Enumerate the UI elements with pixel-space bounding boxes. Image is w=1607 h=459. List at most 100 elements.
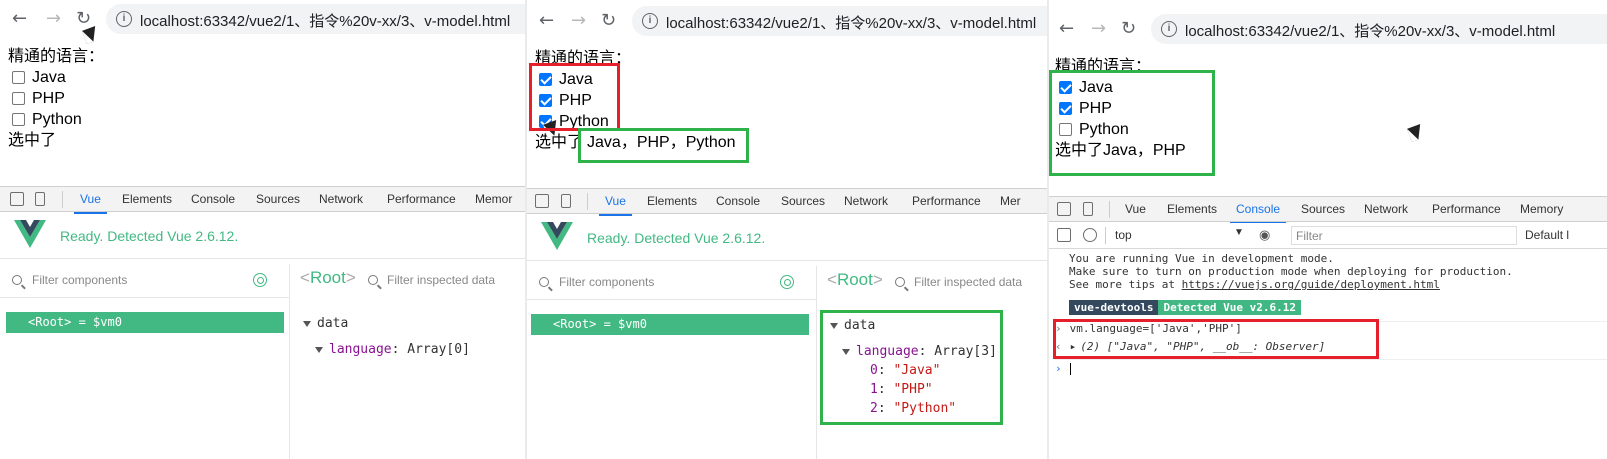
option-php: PHP [1055, 98, 1186, 119]
context-select[interactable]: top [1115, 228, 1132, 242]
tab-performance[interactable]: Performance [387, 192, 456, 206]
reload-icon[interactable]: ↻ [1121, 20, 1136, 38]
inspect-element-icon[interactable] [1057, 202, 1071, 216]
tab-sources[interactable]: Sources [781, 194, 825, 208]
address-bar[interactable]: i localhost:63342/vue2/1、指令%20v-xx/3、v-m… [1151, 14, 1607, 44]
sidebar-toggle-icon[interactable] [1057, 228, 1071, 242]
tab-elements[interactable]: Elements [1167, 202, 1217, 216]
search-icon [12, 275, 22, 285]
filter-components[interactable]: Filter components [527, 266, 816, 300]
back-icon[interactable]: ← [12, 10, 27, 28]
tab-sources[interactable]: Sources [256, 192, 300, 206]
language-property[interactable]: language: Array[0] [315, 342, 470, 357]
info-icon: i [1161, 21, 1177, 37]
address-bar[interactable]: i localhost:63342/vue2/1、指令%20v-xx/3、v-m… [632, 6, 1047, 36]
tab-elements[interactable]: Elements [122, 192, 172, 206]
tab-vue[interactable]: Vue [599, 194, 632, 216]
info-icon: i [642, 13, 658, 29]
heading-text: 精通的语言： [1055, 58, 1152, 75]
search-icon [368, 275, 378, 285]
tab-elements[interactable]: Elements [647, 194, 697, 208]
components-pane: Filter components <Root> = $vm0 [0, 264, 290, 459]
select-component-icon[interactable] [780, 275, 794, 289]
heading-text: 精通的语言： [535, 50, 632, 67]
vue-ready-text: Ready. Detected Vue 2.6.12. [587, 230, 766, 246]
url-text: localhost:63342/vue2/1、指令%20v-xx/3、v-mod… [140, 13, 511, 30]
tab-network[interactable]: Network [844, 194, 888, 208]
reload-icon[interactable]: ↻ [601, 12, 616, 30]
address-bar[interactable]: i localhost:63342/vue2/1、指令%20v-xx/3、v-m… [106, 4, 525, 34]
screenshot-panel-initial: ← → ↻ i localhost:63342/vue2/1、指令%20v-xx… [0, 0, 525, 459]
console-prompt[interactable]: › [1055, 359, 1607, 376]
inspect-element-icon[interactable] [535, 194, 549, 208]
option-php: PHP [8, 88, 104, 109]
language-property[interactable]: language: Array[3] [842, 344, 997, 359]
device-toolbar-icon[interactable] [35, 192, 45, 206]
device-toolbar-icon[interactable] [1083, 202, 1093, 216]
tab-performance[interactable]: Performance [1432, 202, 1501, 216]
tab-console[interactable]: Console [191, 192, 235, 206]
tab-network[interactable]: Network [319, 192, 363, 206]
root-component-row[interactable]: <Root> = $vm0 [6, 312, 284, 333]
tab-vue[interactable]: Vue [1125, 202, 1146, 216]
select-component-icon[interactable] [253, 273, 267, 287]
filter-inspected-input[interactable]: Filter inspected data [387, 273, 495, 287]
deployment-link[interactable]: https://vuejs.org/guide/deployment.html [1182, 278, 1440, 291]
inspector-pane: <Root> Filter inspected data data langua… [818, 266, 1047, 459]
mouse-cursor [1407, 124, 1425, 142]
checkbox-python[interactable] [1059, 123, 1072, 136]
checkbox-php[interactable] [1059, 102, 1072, 115]
checkbox-java[interactable] [12, 71, 25, 84]
clear-console-icon[interactable] [1083, 228, 1097, 242]
checkbox-java[interactable] [539, 73, 552, 86]
checkbox-php[interactable] [539, 94, 552, 107]
eye-icon[interactable]: ◉ [1259, 227, 1270, 243]
array-item: 0: "Java" [870, 363, 941, 378]
inspector-pane: <Root> Filter inspected data data langua… [291, 264, 525, 459]
array-item: 2: "Python" [870, 401, 957, 416]
data-section[interactable]: data [830, 318, 875, 333]
tab-console[interactable]: Console [1229, 202, 1287, 224]
checkbox-php[interactable] [12, 92, 25, 105]
tab-memory[interactable]: Memory [1520, 202, 1563, 216]
forward-icon[interactable]: → [46, 10, 61, 28]
option-java: Java [535, 69, 736, 90]
root-component-row[interactable]: <Root> = $vm0 [531, 314, 809, 335]
devtools-tabbar: Vue Elements Console Sources Network Per… [0, 186, 525, 214]
console-result-line[interactable]: ‹ ▸ (2) ["Java", "PHP", __ob__: Observer] [1055, 340, 1607, 354]
tab-vue[interactable]: Vue [74, 192, 107, 214]
filter-components[interactable]: Filter components [0, 264, 289, 298]
vue-devtools-header: Ready. Detected Vue 2.6.12. [0, 213, 525, 259]
tab-performance[interactable]: Performance [912, 194, 981, 208]
back-icon[interactable]: ← [1059, 20, 1074, 38]
page-content: 精通的语言： Java PHP Python 选中了 Java，PHP [1055, 56, 1186, 161]
log-levels-select[interactable]: Default l [1525, 228, 1569, 242]
console-dev-message: You are running Vue in development mode.… [1069, 252, 1513, 291]
data-section[interactable]: data [303, 316, 348, 331]
forward-icon[interactable]: → [571, 12, 586, 30]
option-java: Java [8, 67, 104, 88]
forward-icon[interactable]: → [1091, 20, 1106, 38]
screenshot-panel-checked-all: ← → ↻ i localhost:63342/vue2/1、指令%20v-xx… [527, 0, 1047, 459]
checkbox-python[interactable] [12, 113, 25, 126]
reload-icon[interactable]: ↻ [76, 10, 91, 28]
browser-toolbar: ← → ↻ i localhost:63342/vue2/1、指令%20v-xx… [0, 0, 525, 38]
device-toolbar-icon[interactable] [561, 194, 571, 208]
checkbox-java[interactable] [1059, 81, 1072, 94]
tab-sources[interactable]: Sources [1301, 202, 1345, 216]
array-item: 1: "PHP" [870, 382, 933, 397]
option-python: Python [8, 109, 104, 130]
console-filter-input[interactable]: Filter [1291, 226, 1517, 245]
tab-console[interactable]: Console [716, 194, 760, 208]
tab-memory[interactable]: Mer [1000, 194, 1021, 208]
tab-memory[interactable]: Memor [475, 192, 512, 206]
vue-devtools-header: Ready. Detected Vue 2.6.12. [527, 215, 1047, 261]
vue-logo-icon [541, 222, 573, 250]
devtools-tabbar: Vue Elements Console Sources Network Per… [1049, 196, 1607, 224]
browser-toolbar: ← → ↻ i localhost:63342/vue2/1、指令%20v-xx… [527, 2, 1047, 40]
tab-network[interactable]: Network [1364, 202, 1408, 216]
console-input-line: › vm.language=['Java','PHP'] [1055, 321, 1607, 336]
inspect-element-icon[interactable] [10, 192, 24, 206]
filter-inspected-input[interactable]: Filter inspected data [914, 275, 1022, 289]
back-icon[interactable]: ← [539, 12, 554, 30]
